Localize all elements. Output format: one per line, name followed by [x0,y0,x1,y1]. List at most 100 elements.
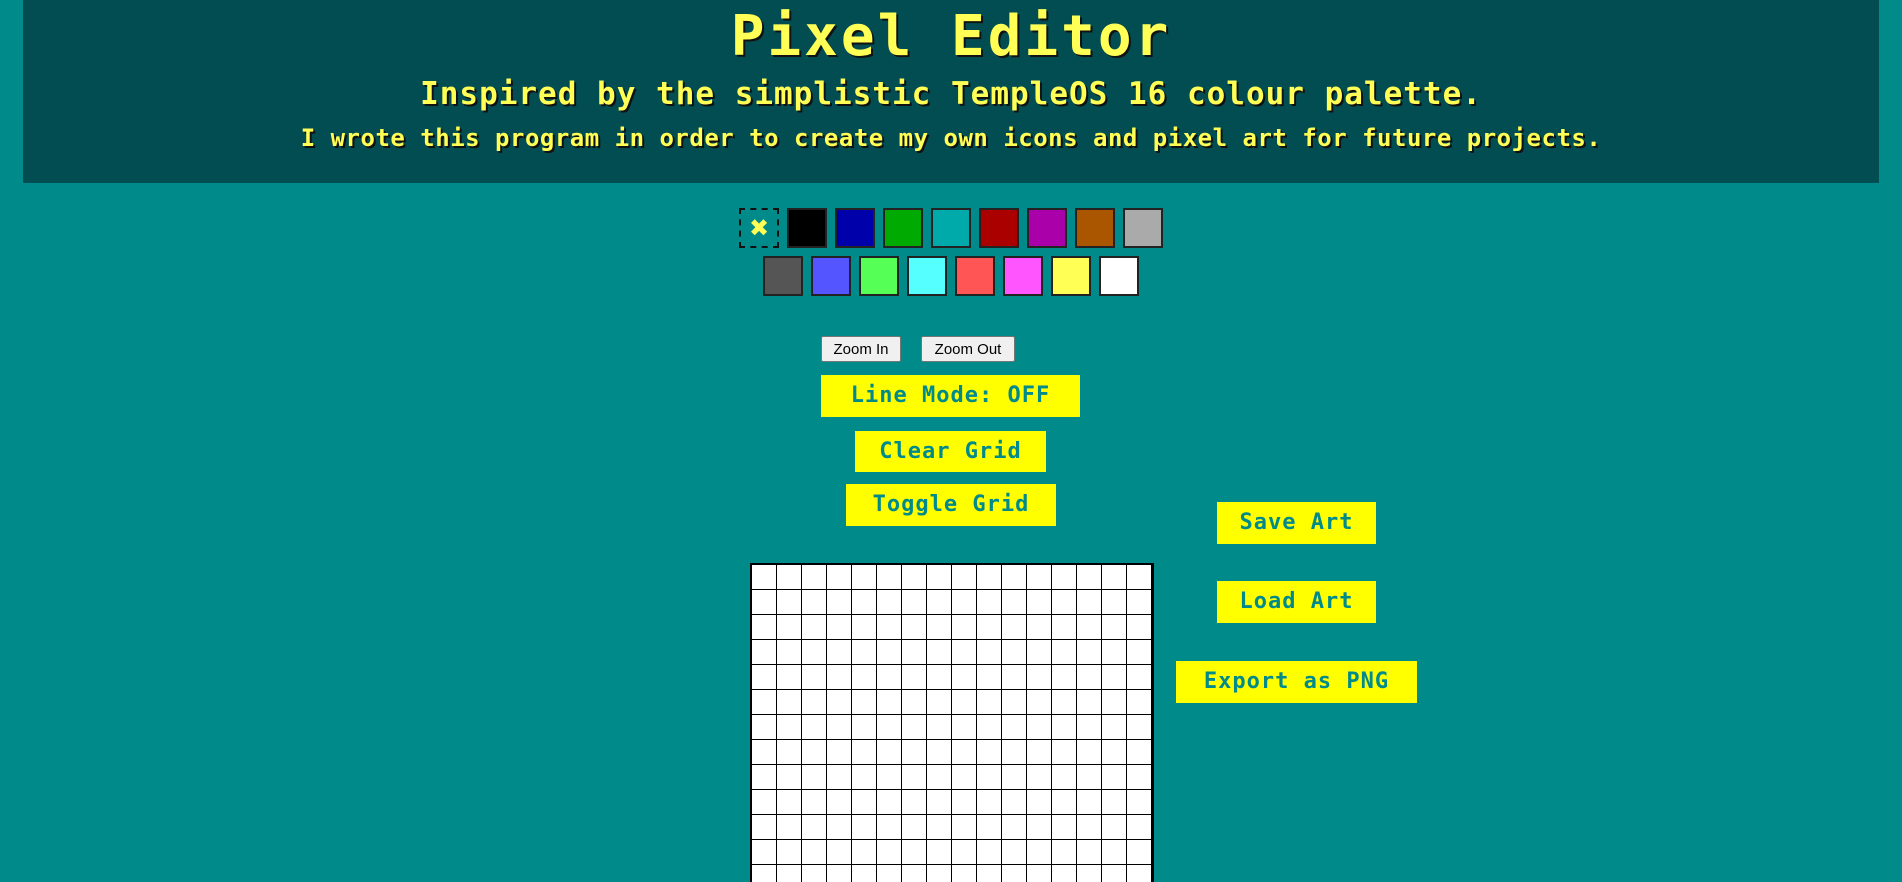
color-swatch-light-green[interactable] [859,256,899,296]
pixel-cell[interactable] [1127,640,1151,664]
pixel-cell[interactable] [852,640,876,664]
pixel-cell[interactable] [827,790,851,814]
clear-grid-button[interactable]: Clear Grid [855,431,1046,472]
color-swatch-light-red[interactable] [955,256,995,296]
pixel-cell[interactable] [1102,715,1126,739]
pixel-cell[interactable] [1052,640,1076,664]
pixel-cell[interactable] [1077,665,1101,689]
pixel-cell[interactable] [752,615,776,639]
pixel-cell[interactable] [777,615,801,639]
pixel-cell[interactable] [1027,790,1051,814]
pixel-cell[interactable] [802,865,826,882]
pixel-cell[interactable] [1102,690,1126,714]
color-swatch-cyan[interactable] [931,208,971,248]
pixel-cell[interactable] [1052,690,1076,714]
pixel-cell[interactable] [827,590,851,614]
pixel-cell[interactable] [852,615,876,639]
pixel-cell[interactable] [827,865,851,882]
pixel-cell[interactable] [1127,840,1151,864]
pixel-cell[interactable] [802,790,826,814]
pixel-cell[interactable] [777,865,801,882]
pixel-cell[interactable] [802,590,826,614]
pixel-cell[interactable] [777,565,801,589]
pixel-cell[interactable] [1102,590,1126,614]
pixel-cell[interactable] [927,790,951,814]
pixel-cell[interactable] [1127,690,1151,714]
pixel-cell[interactable] [1052,840,1076,864]
pixel-cell[interactable] [827,665,851,689]
pixel-cell[interactable] [1002,815,1026,839]
pixel-cell[interactable] [1127,740,1151,764]
pixel-cell[interactable] [852,590,876,614]
pixel-cell[interactable] [1077,865,1101,882]
pixel-cell[interactable] [1052,815,1076,839]
pixel-cell[interactable] [1077,815,1101,839]
pixel-cell[interactable] [802,815,826,839]
pixel-cell[interactable] [877,715,901,739]
pixel-cell[interactable] [952,865,976,882]
pixel-cell[interactable] [952,640,976,664]
pixel-cell[interactable] [777,740,801,764]
pixel-cell[interactable] [1102,865,1126,882]
pixel-cell[interactable] [1052,615,1076,639]
pixel-cell[interactable] [802,690,826,714]
pixel-cell[interactable] [902,715,926,739]
line-mode-button[interactable]: Line Mode: OFF [821,375,1080,417]
pixel-cell[interactable] [952,590,976,614]
pixel-cell[interactable] [977,790,1001,814]
pixel-cell[interactable] [827,615,851,639]
pixel-cell[interactable] [952,815,976,839]
pixel-cell[interactable] [827,565,851,589]
pixel-cell[interactable] [902,790,926,814]
pixel-cell[interactable] [1027,640,1051,664]
pixel-cell[interactable] [902,615,926,639]
pixel-cell[interactable] [752,565,776,589]
pixel-cell[interactable] [1102,740,1126,764]
pixel-cell[interactable] [927,565,951,589]
toggle-grid-button[interactable]: Toggle Grid [846,484,1056,526]
pixel-cell[interactable] [1002,640,1026,664]
pixel-cell[interactable] [852,790,876,814]
pixel-canvas[interactable] [750,563,1154,882]
pixel-cell[interactable] [902,690,926,714]
pixel-cell[interactable] [877,690,901,714]
pixel-cell[interactable] [852,865,876,882]
pixel-cell[interactable] [952,790,976,814]
pixel-cell[interactable] [877,590,901,614]
pixel-cell[interactable] [902,765,926,789]
pixel-cell[interactable] [1077,640,1101,664]
pixel-cell[interactable] [1127,590,1151,614]
pixel-cell[interactable] [977,765,1001,789]
pixel-cell[interactable] [877,865,901,882]
pixel-cell[interactable] [877,740,901,764]
pixel-cell[interactable] [927,865,951,882]
pixel-cell[interactable] [827,640,851,664]
pixel-cell[interactable] [752,740,776,764]
color-swatch-blue[interactable] [835,208,875,248]
color-swatch-magenta[interactable] [1027,208,1067,248]
pixel-cell[interactable] [1077,840,1101,864]
pixel-cell[interactable] [752,715,776,739]
pixel-cell[interactable] [1052,790,1076,814]
pixel-cell[interactable] [902,640,926,664]
pixel-cell[interactable] [1027,840,1051,864]
color-swatch-dark-gray[interactable] [763,256,803,296]
color-swatch-black[interactable] [787,208,827,248]
pixel-cell[interactable] [902,590,926,614]
pixel-cell[interactable] [952,715,976,739]
pixel-cell[interactable] [1127,765,1151,789]
pixel-cell[interactable] [1127,665,1151,689]
pixel-cell[interactable] [827,840,851,864]
pixel-cell[interactable] [977,740,1001,764]
pixel-cell[interactable] [927,840,951,864]
pixel-cell[interactable] [902,840,926,864]
pixel-cell[interactable] [927,690,951,714]
pixel-cell[interactable] [852,565,876,589]
pixel-cell[interactable] [1027,715,1051,739]
pixel-cell[interactable] [802,615,826,639]
pixel-cell[interactable] [952,615,976,639]
pixel-cell[interactable] [1077,790,1101,814]
pixel-cell[interactable] [1052,565,1076,589]
pixel-cell[interactable] [1002,690,1026,714]
pixel-cell[interactable] [1102,565,1126,589]
